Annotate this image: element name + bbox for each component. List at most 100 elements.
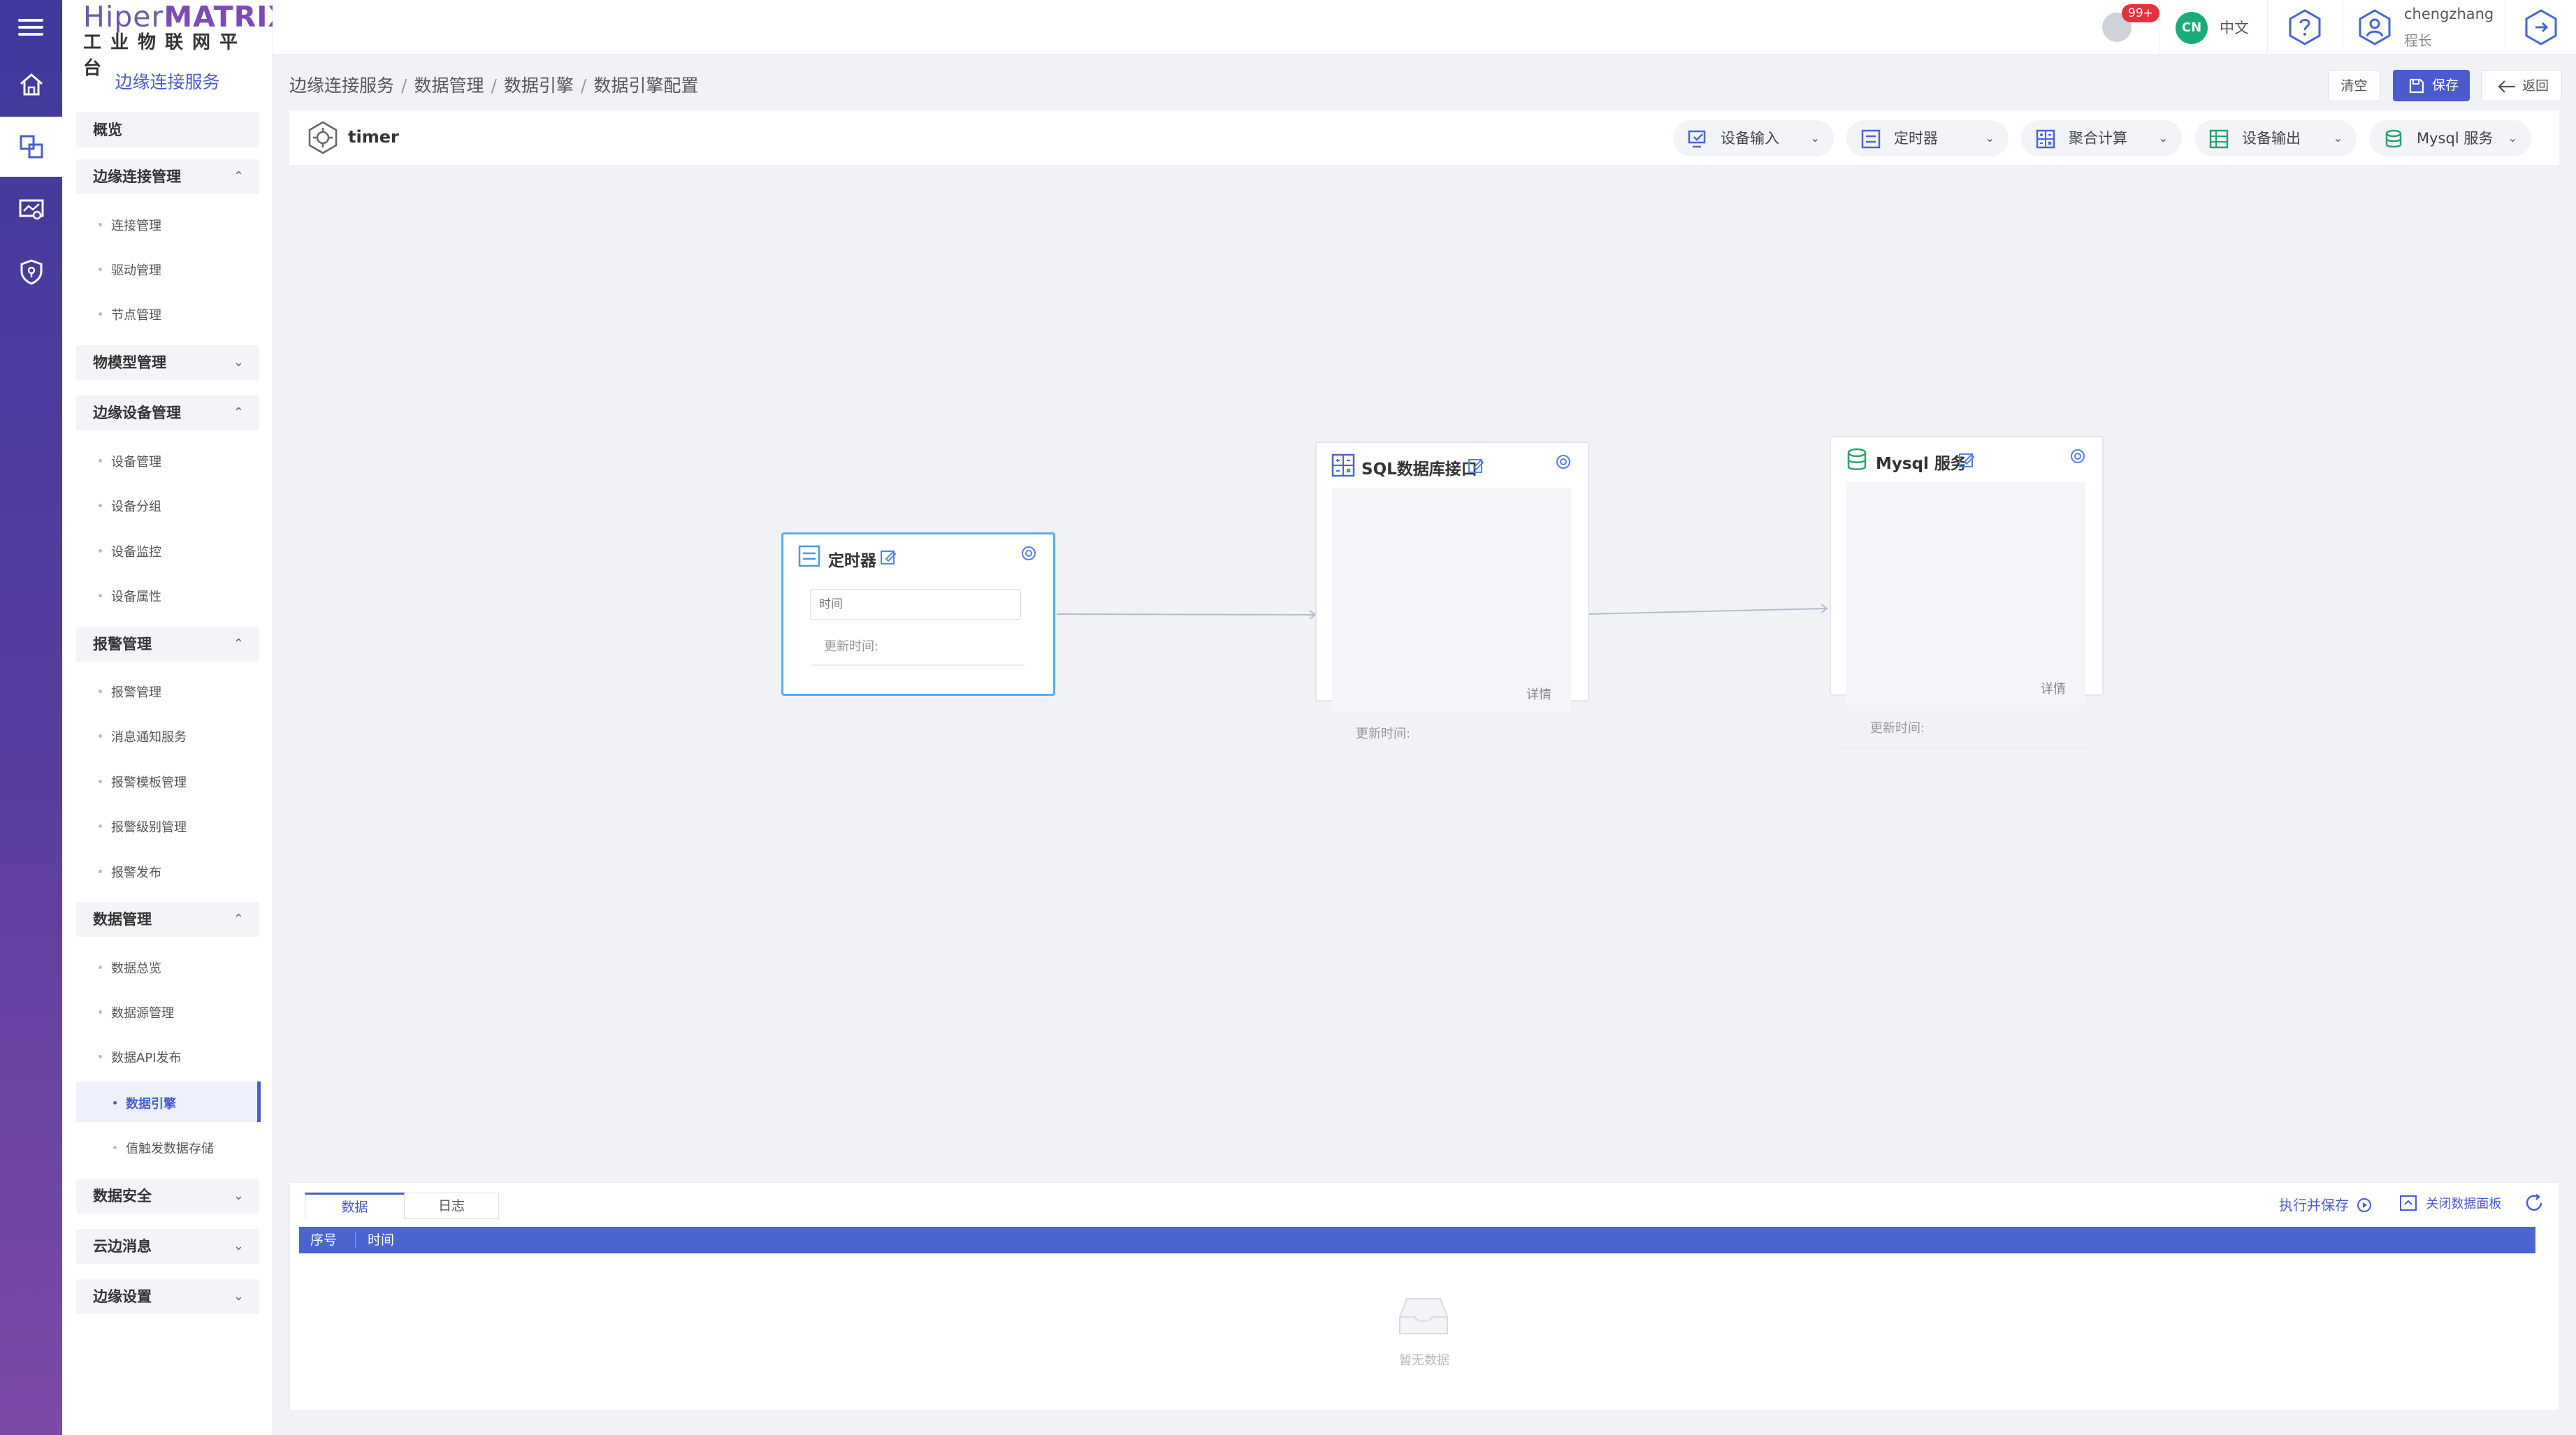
breadcrumb-item[interactable]: 数据管理 [414, 75, 484, 96]
sidebar-item-alarm-level[interactable]: 报警级别管理 [99, 817, 187, 836]
sidebar-item-data-engine[interactable]: 数据引擎 [113, 1094, 176, 1112]
chevron-down-icon: ⌄ [233, 1188, 244, 1203]
sidebar-item-device-group[interactable]: 设备分组 [99, 497, 161, 515]
sidebar-item-data-overview[interactable]: 数据总览 [99, 959, 161, 977]
back-label: 返回 [2522, 78, 2549, 94]
execute-save-label: 执行并保存 [2279, 1197, 2349, 1214]
help-icon[interactable] [2287, 8, 2323, 46]
sidebar-group-cloud-edge[interactable]: 云边消息 ⌄ [76, 1229, 259, 1264]
sql-detail-link[interactable]: 详情 [1526, 685, 1551, 703]
sidebar-group-overview[interactable]: 概览 [76, 112, 259, 147]
breadcrumb-item[interactable]: 数据引擎 [504, 75, 574, 96]
logout-icon[interactable] [2523, 8, 2559, 46]
clear-button[interactable]: 清空 [2328, 70, 2380, 101]
mysql-detail-link[interactable]: 详情 [2041, 679, 2066, 697]
shield-icon [20, 259, 42, 285]
update-time-label: 更新时间: [1356, 727, 1411, 741]
table-header: 序号 时间 [299, 1227, 2535, 1253]
breadcrumb-item[interactable]: 边缘连接服务 [289, 75, 394, 96]
close-panel-button[interactable]: 关闭数据面板 [2399, 1194, 2501, 1212]
menu-icon-line [18, 26, 43, 29]
sidebar-item-device-monitor[interactable]: 设备监控 [99, 542, 161, 560]
menu-toggle-button[interactable] [0, 0, 62, 52]
sidebar: HiperMATRIX 工业物联网平台 边缘连接服务 概览 边缘连接管理 ⌃ 连接… [62, 0, 290, 1435]
monitor-icon [19, 199, 43, 220]
sql-node[interactable]: SQL数据库接口 详情 [1315, 442, 1589, 711]
group-label: 数据管理 [93, 911, 152, 928]
sidebar-item-notify[interactable]: 消息通知服务 [99, 727, 187, 745]
play-icon [2357, 1198, 2372, 1212]
collapse-icon [2400, 1195, 2417, 1211]
sidebar-group-data[interactable]: 数据管理 ⌃ [76, 902, 259, 937]
group-label: 物模型管理 [93, 354, 166, 371]
sidebar-group-edge-settings[interactable]: 边缘设置 ⌄ [76, 1279, 259, 1314]
mysql-node-title: Mysql 服务 [1876, 455, 1967, 473]
rail-monitor[interactable] [0, 180, 62, 240]
gear-icon[interactable] [2069, 447, 2087, 465]
language-code-icon[interactable]: CN [2176, 12, 2208, 44]
rail-edge-connect[interactable] [0, 117, 62, 177]
close-panel-label: 关闭数据面板 [2426, 1197, 2502, 1211]
sidebar-item-connection[interactable]: 连接管理 [99, 216, 161, 234]
sidebar-item-data-source[interactable]: 数据源管理 [99, 1003, 174, 1021]
column-time: 时间 [368, 1232, 395, 1248]
sidebar-item-driver[interactable]: 驱动管理 [99, 261, 161, 279]
home-icon [20, 73, 43, 96]
sql-detail-area [1332, 488, 1571, 711]
logo: HiperMATRIX 工业物联网平台 [83, 0, 290, 79]
gear-icon[interactable] [1020, 544, 1038, 562]
divider [2159, 0, 2160, 54]
mysql-node[interactable]: Mysql 服务 详情 [1830, 436, 2104, 706]
refresh-icon[interactable] [2524, 1193, 2545, 1214]
update-time-label: 更新时间: [824, 639, 879, 654]
group-label: 报警管理 [93, 636, 152, 653]
menu-icon-line [18, 33, 43, 36]
language-switch[interactable]: 中文 [2220, 17, 2249, 38]
sql-interface-icon [1331, 453, 1355, 477]
empty-inbox-icon [1399, 1298, 1448, 1334]
sidebar-group-edge-connect[interactable]: 边缘连接管理 ⌃ [76, 159, 259, 194]
timer-node-title: 定时器 [828, 552, 876, 570]
sidebar-item-alarm-publish[interactable]: 报警发布 [99, 863, 161, 881]
sidebar-group-thing-model[interactable]: 物模型管理 ⌄ [76, 345, 259, 380]
user-avatar-icon[interactable] [2357, 8, 2393, 46]
sidebar-item-node[interactable]: 节点管理 [99, 305, 161, 323]
sidebar-item-device[interactable]: 设备管理 [99, 452, 161, 470]
chevron-down-icon: ⌄ [233, 1289, 244, 1304]
column-index: 序号 [310, 1232, 338, 1248]
chevron-up-icon: ⌃ [233, 169, 244, 184]
edit-icon[interactable] [1468, 457, 1484, 474]
edit-icon[interactable] [1958, 451, 1975, 468]
group-label: 边缘连接管理 [93, 168, 181, 185]
flow-canvas[interactable]: timer 设备输入 ⌄ 定时器 ⌄ 聚合计算 ⌄ 设备输出 ⌄ Mysql 服务 ⌄ [289, 110, 2559, 1170]
sidebar-item-trigger-storage[interactable]: 值触发数据存储 [113, 1139, 214, 1157]
save-button[interactable]: 保存 [2393, 70, 2470, 101]
time-input[interactable] [810, 589, 1021, 620]
breadcrumb-separator: / [580, 75, 587, 96]
tab-data[interactable]: 数据 [305, 1193, 405, 1219]
group-label: 数据安全 [93, 1188, 152, 1204]
tab-log[interactable]: 日志 [405, 1193, 499, 1219]
gear-icon[interactable] [1554, 453, 1572, 471]
breadcrumb: 边缘连接服务 / 数据管理 / 数据引擎 / 数据引擎配置 [289, 72, 698, 97]
group-label: 边缘设置 [93, 1288, 152, 1305]
breadcrumb-current: 数据引擎配置 [593, 75, 699, 96]
rail-security[interactable] [0, 242, 62, 302]
sidebar-item-device-property[interactable]: 设备属性 [99, 587, 161, 605]
execute-save-button[interactable]: 执行并保存 [2279, 1194, 2373, 1214]
user-name: chengzhang [2404, 6, 2494, 22]
back-button[interactable]: 返回 [2481, 70, 2562, 101]
sidebar-item-data-api[interactable]: 数据API发布 [98, 1048, 181, 1066]
sidebar-group-edge-device[interactable]: 边缘设备管理 ⌃ [76, 395, 259, 430]
group-label: 边缘设备管理 [93, 405, 181, 421]
sidebar-item-alarm[interactable]: 报警管理 [99, 683, 161, 701]
edit-icon[interactable] [880, 548, 897, 565]
notification-badge: 99+ [2122, 4, 2159, 22]
sidebar-item-alarm-template[interactable]: 报警模板管理 [99, 773, 187, 791]
sidebar-group-alarm[interactable]: 报警管理 ⌃ [76, 627, 259, 662]
sidebar-group-data-security[interactable]: 数据安全 ⌄ [76, 1179, 259, 1214]
group-label: 云边消息 [93, 1238, 152, 1255]
node-divider [811, 664, 1025, 666]
rail-home[interactable] [0, 54, 62, 115]
timer-node[interactable]: 定时器 更新时间: [781, 532, 1055, 696]
